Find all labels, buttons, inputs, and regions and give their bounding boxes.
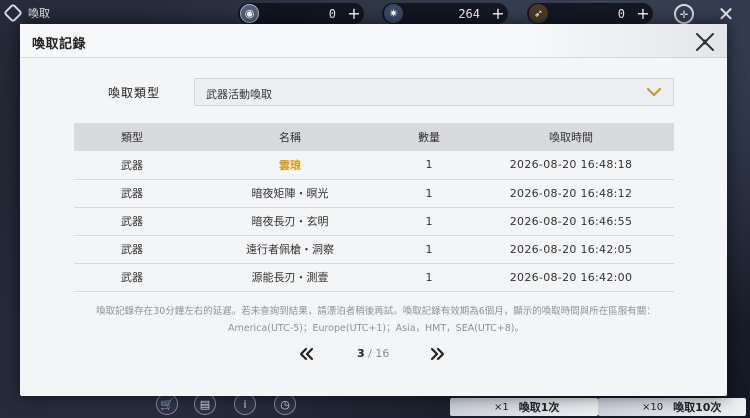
star-crystal-icon: ✷ (384, 4, 403, 23)
record-list-icon[interactable]: ▤ (194, 393, 216, 415)
pull-ten-button[interactable]: ×10 喚取10次 (598, 398, 746, 416)
crystal-coin-icon: ◉ (240, 4, 259, 23)
cell-time: 2026-08-20 16:42:05 (468, 235, 674, 264)
pull-record-dialog: 喚取記錄 喚取類型 武器活動喚取 類型 名稱 數量 喚取時間 武器 雲琅 1 2… (20, 24, 727, 396)
table-row: 武器 雲琅 1 2026-08-20 16:48:18 (74, 151, 674, 180)
currency-amount: 264 (458, 6, 480, 21)
pull-record-table: 類型 名稱 數量 喚取時間 武器 雲琅 1 2026-08-20 16:48:1… (74, 123, 674, 292)
next-page-button[interactable] (430, 346, 446, 366)
previous-page-button[interactable] (298, 346, 314, 366)
back-diamond-icon (3, 3, 23, 23)
bottom-hud: 🛒 ▤ i ◷ ×1 喚取1次 ×10 喚取10次 (0, 393, 750, 418)
pull-once-button[interactable]: ×1 喚取1次 (450, 398, 598, 416)
table-row: 武器 暗夜矩陣・暝光 1 2026-08-20 16:48:12 (74, 179, 674, 208)
cell-quantity: 1 (390, 235, 468, 264)
cell-type: 武器 (74, 151, 190, 180)
close-icon (696, 33, 714, 51)
add-currency-button[interactable]: + (633, 5, 653, 22)
page-indicator: 3 / 16 (357, 347, 389, 360)
cell-name: 暗夜矩陣・暝光 (190, 179, 390, 208)
double-chevron-right-icon (430, 347, 445, 361)
shop-cart-icon[interactable]: 🛒 (156, 393, 178, 415)
table-row: 武器 遠行者佩槍・洞察 1 2026-08-20 16:42:05 (74, 235, 674, 264)
cell-name: 源能長刃・測壹 (190, 263, 390, 292)
cell-quantity: 1 (390, 263, 468, 292)
cell-quantity: 1 (390, 151, 468, 180)
history-clock-icon[interactable]: ◷ (274, 393, 296, 415)
cell-type: 武器 (74, 179, 190, 208)
info-icon[interactable]: i (234, 393, 256, 415)
pull-ten-label: 喚取10次 (673, 401, 722, 414)
currency-amount: 0 (617, 6, 625, 21)
total-pages: 16 (375, 347, 390, 360)
pagination: 3 / 16 (20, 346, 727, 366)
pull-type-select[interactable]: 武器活動喚取 (194, 78, 674, 106)
cell-time: 2026-08-20 16:42:00 (468, 263, 674, 292)
cell-type: 武器 (74, 263, 190, 292)
cell-type: 武器 (74, 235, 190, 264)
pull-once-label: 喚取1次 (518, 401, 560, 414)
feather-ticket-icon: ➶ (529, 4, 548, 23)
cell-time: 2026-08-20 16:46:55 (468, 207, 674, 236)
notice-line-1: 喚取記錄存在30分鐘左右的延遲。若未查詢到結果，請漂泊者稍後再試。喚取記錄有效期… (96, 306, 656, 317)
currency-star-crystal: ✷ 264 + (382, 3, 508, 24)
cell-time: 2026-08-20 16:48:12 (468, 179, 674, 208)
header-type: 類型 (74, 123, 190, 151)
back-button[interactable]: 喚取 (3, 3, 50, 23)
double-chevron-left-icon (299, 347, 314, 361)
cell-type: 武器 (74, 207, 190, 236)
filter-label: 喚取類型 (108, 86, 161, 100)
current-page: 3 (357, 347, 365, 360)
currency-crystal-coin: ◉ 0 + (238, 3, 364, 24)
add-currency-button[interactable]: + (488, 5, 508, 22)
cell-name: 遠行者佩槍・洞察 (190, 235, 390, 264)
dialog-title: 喚取記錄 (32, 37, 87, 52)
table-row: 武器 源能長刃・測壹 1 2026-08-20 16:42:00 (74, 263, 674, 292)
dialog-close-button[interactable] (693, 30, 717, 54)
table-row: 武器 暗夜長刃・玄明 1 2026-08-20 16:46:55 (74, 207, 674, 236)
pull-type-selected-value: 武器活動喚取 (206, 88, 272, 101)
cell-quantity: 1 (390, 207, 468, 236)
delay-notice: 喚取記錄存在30分鐘左右的延遲。若未查詢到結果，請漂泊者稍後再試。喚取記錄有效期… (60, 303, 692, 337)
table-header-row: 類型 名稱 數量 喚取時間 (74, 123, 674, 151)
back-label: 喚取 (28, 7, 50, 20)
cell-quantity: 1 (390, 179, 468, 208)
header-time: 喚取時間 (468, 123, 674, 151)
page-separator: / (368, 347, 372, 360)
pull-ten-count: ×10 (642, 401, 664, 413)
notice-line-2: America(UTC-5)；Europe(UTC+1)；Asia，HMT，SE… (228, 323, 524, 334)
pull-once-count: ×1 (494, 401, 509, 413)
chevron-down-icon (646, 87, 662, 97)
cell-name: 暗夜長刃・玄明 (190, 207, 390, 236)
header-quantity: 數量 (390, 123, 468, 151)
cell-name: 雲琅 (190, 151, 390, 180)
add-currency-button[interactable]: + (344, 5, 364, 22)
filter-row: 喚取類型 武器活動喚取 (20, 78, 727, 106)
dialog-header: 喚取記錄 (20, 24, 727, 58)
currency-amount: 0 (328, 6, 336, 21)
cell-time: 2026-08-20 16:48:18 (468, 151, 674, 180)
header-name: 名稱 (190, 123, 390, 151)
currency-feather-ticket: ➶ 0 + (527, 3, 653, 24)
hud-close-icon[interactable]: ✕ (716, 4, 736, 24)
target-icon[interactable]: ✛ (674, 4, 694, 24)
